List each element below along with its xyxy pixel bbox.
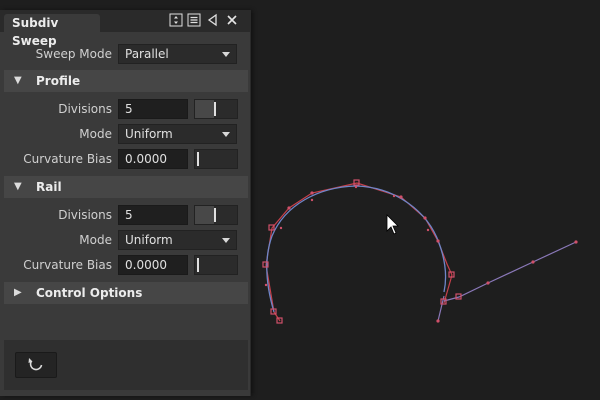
chevron-down-icon: [222, 132, 230, 137]
slider-handle[interactable]: [214, 102, 216, 116]
rail-mode-dropdown[interactable]: Uniform: [118, 230, 237, 250]
profile-curvature-bias-slider[interactable]: [194, 149, 238, 169]
curve-point: [423, 216, 427, 220]
curve-point: [279, 226, 283, 230]
rail-divisions-slider[interactable]: [194, 205, 238, 225]
curve-points: [264, 185, 578, 323]
profile-curvature-bias-row: Curvature Bias 0.0000: [0, 147, 250, 171]
rail-mode-row: Mode Uniform: [0, 228, 250, 252]
profile-mode-row: Mode Uniform: [0, 122, 250, 146]
rail-curve: [443, 241, 577, 302]
control-options-section-title: Control Options: [36, 286, 143, 300]
chevron-down-icon: [222, 52, 230, 57]
profile-divisions-input[interactable]: 5: [118, 99, 188, 119]
mouse-cursor-icon: [386, 214, 399, 235]
rail-section-header[interactable]: ▼ Rail: [4, 176, 248, 198]
close-icon[interactable]: [224, 13, 240, 29]
rail-section-title: Rail: [36, 180, 62, 194]
curve-point: [574, 240, 578, 244]
rail-curvature-bias-slider[interactable]: [194, 255, 238, 275]
profile-mode-value: Uniform: [125, 127, 173, 141]
profile-section-header[interactable]: ▼ Profile: [4, 70, 248, 92]
curve-point: [392, 194, 396, 198]
profile-mode-label: Mode: [79, 127, 112, 141]
rail-divisions-row: Divisions 5: [0, 203, 250, 227]
slider-fill: [195, 206, 214, 224]
profile-section-title: Profile: [36, 74, 81, 88]
sweep-mode-label: Sweep Mode: [35, 47, 112, 61]
curve-point: [426, 228, 430, 232]
rail-curvature-bias-input[interactable]: 0.0000: [118, 255, 188, 275]
curve-point: [531, 260, 535, 264]
control-options-section-header[interactable]: ▶ Control Options: [4, 282, 248, 304]
reset-icon: [28, 358, 43, 371]
chevron-down-icon: [222, 238, 230, 243]
collapse-left-icon[interactable]: [205, 13, 221, 29]
panel-footer: [4, 340, 248, 390]
rail-divisions-input[interactable]: 5: [118, 205, 188, 225]
curve-point: [399, 195, 403, 199]
slider-handle[interactable]: [197, 152, 199, 166]
rail-curvature-bias-label: Curvature Bias: [23, 258, 112, 272]
triangle-down-icon: ▼: [14, 181, 22, 192]
profile-divisions-label: Divisions: [58, 102, 112, 116]
sweep-mode-dropdown[interactable]: Parallel: [118, 44, 237, 64]
pin-vertical-icon[interactable]: [168, 13, 184, 29]
profile-curvature-bias-label: Curvature Bias: [23, 152, 112, 166]
curve-point: [264, 283, 268, 287]
subdiv-sweep-panel: Subdiv Sweep Sweep Mode Parallel ▼ Profi…: [0, 10, 251, 396]
panel-titlebar: Subdiv Sweep: [0, 10, 250, 48]
slider-fill: [195, 100, 214, 118]
rail-curvature-bias-row: Curvature Bias 0.0000: [0, 253, 250, 277]
control-points: [262, 179, 462, 324]
panel-tab[interactable]: Subdiv Sweep: [4, 14, 100, 48]
menu-icon[interactable]: [186, 13, 202, 29]
profile-mode-dropdown[interactable]: Uniform: [118, 124, 237, 144]
profile-divisions-slider[interactable]: [194, 99, 238, 119]
curve-point: [486, 281, 490, 285]
triangle-right-icon: ▶: [14, 287, 22, 298]
rail-mode-value: Uniform: [125, 233, 173, 247]
profile-curvature-bias-input[interactable]: 0.0000: [118, 149, 188, 169]
curve-point: [354, 185, 358, 189]
profile-control-cage: [265, 182, 453, 322]
sweep-mode-row: Sweep Mode Parallel: [0, 42, 250, 66]
curve-point: [436, 319, 440, 323]
curve-point: [436, 239, 440, 243]
slider-handle[interactable]: [214, 208, 216, 222]
slider-handle[interactable]: [197, 258, 199, 272]
rail-divisions-label: Divisions: [58, 208, 112, 222]
triangle-down-icon: ▼: [14, 75, 22, 86]
curve-point: [287, 206, 291, 210]
rail-mode-label: Mode: [79, 233, 112, 247]
curve-point: [310, 198, 314, 202]
reset-button[interactable]: [15, 352, 57, 378]
curve-point: [310, 191, 314, 195]
profile-divisions-row: Divisions 5: [0, 97, 250, 121]
sweep-mode-value: Parallel: [125, 47, 169, 61]
